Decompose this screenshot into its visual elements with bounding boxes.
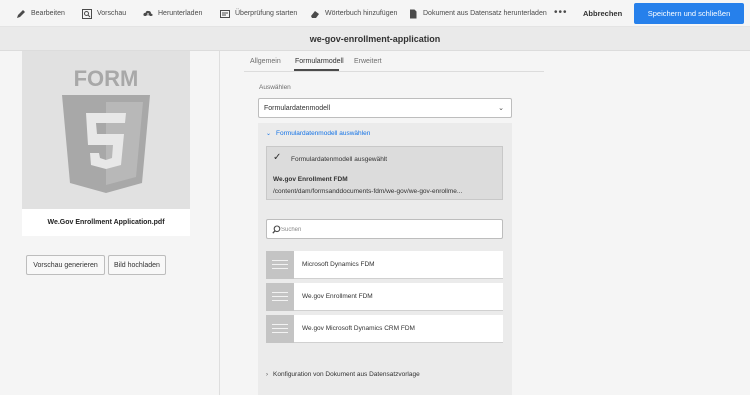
search-input[interactable] bbox=[281, 223, 496, 236]
selected-model-heading: Formulardatenmodell ausgewählt bbox=[291, 156, 388, 163]
start-review-button[interactable]: Überprüfung starten bbox=[220, 0, 297, 27]
add-dictionary-label: Wörterbuch hinzufügen bbox=[325, 10, 398, 17]
list-icon bbox=[266, 315, 294, 343]
preview-label: Vorschau bbox=[97, 10, 127, 17]
cancel-button[interactable]: Abbrechen bbox=[583, 0, 622, 27]
download-record-document-button[interactable]: Dokument aus Datensatz herunterladen bbox=[408, 0, 547, 27]
left-panel: FORM We.Gov Enrollment Application.pdf V… bbox=[0, 51, 220, 395]
select-form-data-model-accordion[interactable]: ⌄ Formulardatenmodell auswählen bbox=[266, 130, 370, 137]
selected-model-path: /content/dam/formsanddocuments-fdm/we-go… bbox=[273, 188, 463, 195]
form-data-model-panel: ⌄ Formulardatenmodell auswählen ✓ Formul… bbox=[258, 123, 512, 395]
upload-image-button[interactable]: Bild hochladen bbox=[108, 255, 166, 275]
search-field[interactable] bbox=[266, 219, 503, 239]
form-thumbnail: FORM bbox=[22, 51, 190, 209]
edit-button[interactable]: Bearbeiten bbox=[16, 0, 65, 27]
start-review-label: Überprüfung starten bbox=[235, 10, 298, 17]
add-dictionary-button[interactable]: Wörterbuch hinzufügen bbox=[310, 0, 397, 27]
list-item-label: Microsoft Dynamics FDM bbox=[302, 261, 375, 268]
pencil-icon bbox=[17, 9, 25, 18]
list-item-wegov-enrollment-fdm[interactable]: We.gov Enrollment FDM bbox=[266, 283, 503, 311]
toolbar: Bearbeiten Vorschau Herunterladen Überpr… bbox=[0, 0, 750, 27]
thumbnail-caption: We.Gov Enrollment Application.pdf bbox=[22, 209, 190, 236]
chevron-down-icon: ⌄ bbox=[498, 105, 504, 112]
review-icon bbox=[220, 9, 230, 18]
svg-text:FORM: FORM bbox=[74, 66, 139, 91]
more-options-button[interactable]: ••• bbox=[554, 8, 568, 18]
list-icon bbox=[266, 283, 294, 311]
list-item-label: We.gov Microsoft Dynamics CRM FDM bbox=[302, 325, 415, 332]
document-icon bbox=[410, 9, 417, 18]
chevron-down-icon: ⌄ bbox=[266, 131, 272, 137]
edit-label: Bearbeiten bbox=[31, 10, 65, 17]
form-model-select[interactable]: Formulardatenmodell ⌄ bbox=[258, 98, 512, 118]
chevron-right-icon: › bbox=[266, 371, 268, 378]
list-item-microsoft-dynamics-fdm[interactable]: Microsoft Dynamics FDM bbox=[266, 251, 503, 279]
tab-advanced[interactable]: Erweitert bbox=[354, 58, 382, 65]
preview-button[interactable]: Vorschau bbox=[82, 0, 126, 27]
select-label: Auswählen bbox=[259, 84, 291, 91]
properties-panel: Allgemein Formularmodell Erweitert Auswä… bbox=[221, 51, 750, 395]
tab-form-model[interactable]: Formularmodell bbox=[295, 58, 344, 65]
selected-model-name: We.gov Enrollment FDM bbox=[273, 176, 348, 183]
download-button[interactable]: Herunterladen bbox=[143, 0, 202, 27]
generate-preview-button[interactable]: Vorschau generieren bbox=[26, 255, 105, 275]
preview-icon bbox=[82, 8, 92, 19]
select-value: Formulardatenmodell bbox=[264, 104, 331, 112]
list-icon bbox=[266, 251, 294, 279]
download-record-document-label: Dokument aus Datensatz herunterladen bbox=[423, 10, 547, 17]
checkmark-icon: ✓ bbox=[273, 152, 282, 163]
eraser-icon bbox=[311, 10, 319, 18]
page-title: we-gov-enrollment-application bbox=[0, 27, 750, 51]
active-tab-indicator bbox=[294, 69, 339, 71]
accordion-title: Formulardatenmodell auswählen bbox=[276, 130, 371, 137]
record-document-template-label: Konfiguration von Dokument aus Datensatz… bbox=[273, 371, 420, 378]
list-item-wegov-ms-dynamics-crm-fdm[interactable]: We.gov Microsoft Dynamics CRM FDM bbox=[266, 315, 503, 343]
record-document-template-accordion[interactable]: › Konfiguration von Dokument aus Datensa… bbox=[266, 371, 420, 378]
tab-divider bbox=[244, 71, 544, 72]
search-icon bbox=[272, 225, 281, 234]
tab-general[interactable]: Allgemein bbox=[250, 58, 281, 65]
html5-form-icon: FORM bbox=[62, 66, 150, 193]
save-and-close-button[interactable]: Speichern und schließen bbox=[634, 3, 744, 24]
list-item-label: We.gov Enrollment FDM bbox=[302, 293, 373, 300]
cloud-download-icon bbox=[143, 10, 153, 18]
download-label: Herunterladen bbox=[158, 10, 203, 17]
selected-model-card: ✓ Formulardatenmodell ausgewählt We.gov … bbox=[266, 146, 503, 200]
